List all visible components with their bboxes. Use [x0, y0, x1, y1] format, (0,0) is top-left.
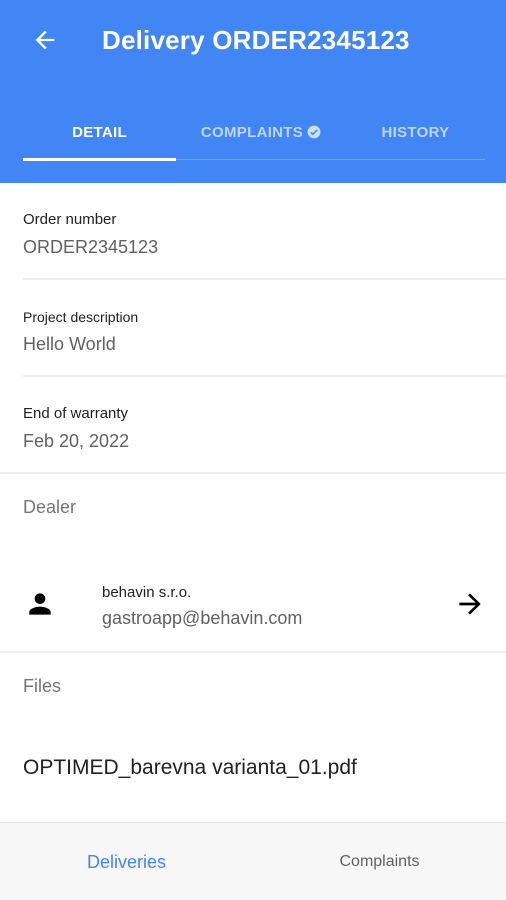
end-of-warranty-label: End of warranty: [23, 405, 129, 422]
tab-history[interactable]: HISTORY: [346, 105, 485, 159]
order-number-label: Order number: [23, 211, 117, 228]
divider: [0, 651, 506, 653]
dealer-row[interactable]: behavin s.r.o. gastroapp@behavin.com: [0, 570, 506, 640]
tab-detail-label: DETAIL: [72, 123, 127, 141]
tab-detail[interactable]: DETAIL: [23, 105, 176, 159]
end-of-warranty-field: End of warranty Feb 20, 2022: [23, 405, 129, 452]
order-number-value: ORDER2345123: [23, 237, 159, 257]
tab-bar: DETAIL COMPLAINTS HISTORY: [23, 105, 485, 161]
check-circle-icon: [307, 125, 321, 139]
divider: [23, 278, 506, 280]
active-tab-indicator: [23, 158, 176, 161]
nav-complaints[interactable]: Complaints: [253, 823, 506, 900]
divider: [0, 472, 506, 474]
page-title: Delivery ORDER2345123: [102, 25, 410, 55]
person-icon: [29, 593, 51, 615]
arrow-forward-icon[interactable]: [454, 588, 486, 620]
order-number-field: Order number ORDER2345123: [23, 211, 158, 258]
tab-complaints[interactable]: COMPLAINTS: [176, 105, 346, 159]
nav-deliveries[interactable]: Deliveries: [0, 823, 253, 900]
dealer-name: behavin s.r.o.: [102, 584, 192, 601]
project-description-value: Hello World: [23, 334, 116, 354]
files-section-title: Files: [23, 676, 62, 696]
app-bar: Delivery ORDER2345123 DETAIL COMPLAINTS …: [0, 0, 506, 183]
arrow-back-icon: [35, 30, 55, 50]
dealer-section-title: Dealer: [23, 497, 77, 517]
file-item[interactable]: OPTIMED_barevna varianta_01.pdf: [23, 756, 357, 780]
bottom-navigation: Deliveries Complaints: [0, 822, 506, 900]
nav-complaints-label: Complaints: [339, 853, 420, 870]
end-of-warranty-value: Feb 20, 2022: [23, 431, 130, 451]
divider: [23, 375, 506, 377]
tab-complaints-label: COMPLAINTS: [200, 123, 304, 141]
dealer-email: gastroapp@behavin.com: [102, 608, 303, 628]
tab-history-label: HISTORY: [381, 123, 450, 141]
nav-deliveries-label: Deliveries: [86, 851, 167, 872]
project-description-label: Project description: [23, 309, 139, 325]
project-description-field: Project description Hello World: [23, 308, 138, 355]
back-button[interactable]: [27, 22, 63, 58]
